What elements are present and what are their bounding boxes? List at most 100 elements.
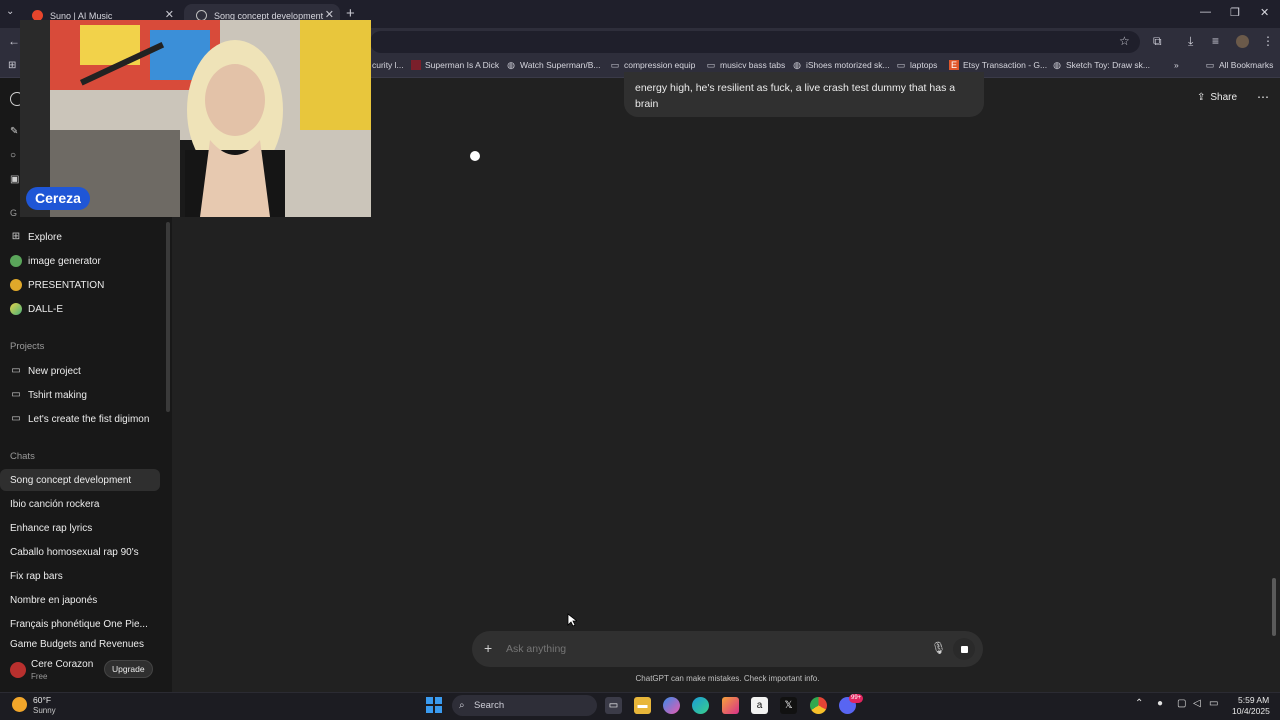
folder-plus-icon: ▭ [11,365,21,376]
sidebar-item-label: Let's create the fist digimon [28,413,150,425]
close-window-icon[interactable]: ✕ [1260,6,1269,19]
chats-heading: Chats [10,451,35,462]
chat-item[interactable]: Enhance rap lyrics [0,517,160,539]
bookmark-label: compression equip [624,60,696,70]
downloads-icon[interactable]: ⤓ [1188,34,1193,49]
weather-icon[interactable] [12,697,27,712]
instagram-icon[interactable] [722,697,739,714]
folder-icon: ▭ [11,389,21,400]
globe-icon: ◍ [1053,60,1061,70]
windows-start-icon[interactable] [426,697,442,713]
notification-badge: 99+ [849,694,864,703]
back-icon[interactable]: ← [8,34,20,48]
sidebar-item-dall-e[interactable]: DALL-E [0,298,160,320]
bookmark-star-icon[interactable]: ☆ [1119,34,1130,48]
chat-item[interactable]: Song concept development [0,469,160,491]
bookmark-item[interactable]: ◍ Sketch Toy: Draw sk... [1052,60,1150,70]
avatar [10,662,26,678]
user-message-line: brain [635,98,659,110]
search-chats-icon[interactable]: ○ [10,150,16,161]
sidebar-item-explore[interactable]: ⊞ Explore [0,226,160,248]
chat-item[interactable]: Game Budgets and Revenues [0,639,160,649]
bookmark-item[interactable]: E Etsy Transaction - G... [949,60,1047,70]
file-explorer-icon[interactable]: ▬ [634,697,651,714]
media-controls-icon[interactable]: ≡ [1212,34,1219,48]
sidebar-item-tshirt-making[interactable]: ▭ Tshirt making [0,384,160,406]
chat-item-label: Game Budgets and Revenues [10,639,144,649]
main-scrollbar[interactable] [1272,578,1276,636]
bookmark-item[interactable]: Superman Is A Dick [411,60,499,70]
copilot-icon[interactable] [663,697,680,714]
battery-icon[interactable]: ▭ [1209,698,1218,709]
share-button[interactable]: ⇪ Share [1197,92,1237,103]
sidebar-item-label: PRESENTATION [28,279,105,291]
chat-item-label: Enhance rap lyrics [10,522,93,534]
sidebar-item-label: DALL-E [28,303,64,315]
new-chat-icon[interactable]: ✎ [10,126,18,137]
search-icon: ⌕ [459,700,465,711]
bookmark-label: laptops [910,60,938,70]
chat-item[interactable]: Nombre en japonés [0,589,160,611]
bookmark-folder[interactable]: ▭ musicv bass tabs [706,60,785,70]
bookmark-label: musicv bass tabs [720,60,786,70]
sidebar-item-digimon[interactable]: ▭ Let's create the fist digimon [0,408,160,430]
edge-icon[interactable] [692,697,709,714]
apps-grid-icon[interactable]: ⊞ [8,60,16,71]
sidebar-item-new-project[interactable]: ▭ New project [0,360,160,382]
library-icon[interactable]: ▣ [10,174,19,185]
chat-item[interactable]: Français phonétique One Pie... [0,613,160,635]
tray-chevron-icon[interactable]: ⌃ [1135,698,1143,709]
gpts-heading: G [10,208,18,218]
user-plan: Free [31,672,48,681]
upgrade-button[interactable]: Upgrade [104,660,153,678]
more-options-icon[interactable]: ⋯ [1257,90,1269,104]
gpt-avatar-icon [10,255,22,267]
sidebar-scrollbar[interactable] [166,222,170,412]
chat-item[interactable]: Fix rap bars [0,565,160,587]
volume-icon[interactable]: ◁ [1193,698,1201,709]
minimize-icon[interactable]: — [1200,6,1211,18]
sidebar-item-label: Tshirt making [28,389,87,401]
profile-avatar[interactable] [1236,35,1249,48]
chat-item[interactable]: Caballo homosexual rap 90's [0,541,160,563]
chrome-icon[interactable] [810,697,827,714]
chat-item-label: Fix rap bars [10,570,63,582]
menu-kebab-icon[interactable]: ⋮ [1262,34,1274,48]
stop-generating-button[interactable] [953,638,975,660]
disclaimer-text: ChatGPT can make mistakes. Check importa… [635,674,820,683]
x-app-icon[interactable]: 𝕏 [780,697,797,714]
sidebar-item-presentation[interactable]: PRESENTATION [0,274,160,296]
weather-temp[interactable]: 60°F [33,695,51,705]
bookmark-item[interactable]: curity l... [372,60,404,70]
user-account-row[interactable]: Cere Corazon Free Upgrade [0,652,172,690]
bookmark-label: Etsy Transaction - G... [963,60,1048,70]
taskbar-search-box[interactable]: ⌕ Search [452,695,597,716]
attach-plus-icon[interactable]: + [484,640,492,656]
restore-icon[interactable]: ❐ [1230,6,1240,19]
mic-tray-icon[interactable]: ● [1157,698,1163,709]
chat-item[interactable]: Ibio canción rockera [0,493,160,515]
all-bookmarks-button[interactable]: ▭ All Bookmarks [1205,60,1274,70]
bookmark-item[interactable]: ◍ iShoes motorized sk... [792,60,890,70]
tab-search-icon[interactable]: ⌄ [6,6,14,17]
user-message-line: energy high, he's resilient as fuck, a l… [635,82,956,94]
bookmark-folder[interactable]: ▭ compression equip [610,60,696,70]
clock-date[interactable]: 10/4/2025 [1232,706,1270,716]
clock-time[interactable]: 5:59 AM [1238,695,1269,705]
extensions-icon[interactable]: ⧉ [1153,34,1162,49]
microphone-icon[interactable]: 🎙 [931,641,946,655]
task-view-icon[interactable]: ▭ [605,697,622,714]
bookmark-folder[interactable]: ▭ laptops [896,60,938,70]
sidebar-item-image-generator[interactable]: image generator [0,250,160,272]
prompt-input[interactable] [506,640,906,658]
site-icon [411,60,421,70]
network-icon[interactable]: ▢ [1177,698,1186,709]
bookmark-item[interactable]: ◍ Watch Superman/B... [506,60,600,70]
address-bar[interactable] [370,31,1140,53]
folder-icon: ▭ [610,60,620,70]
chat-item-label: Ibio canción rockera [10,498,100,510]
folder-icon: ▭ [896,60,906,70]
amazon-icon[interactable]: a [751,697,768,714]
chat-item-label: Caballo homosexual rap 90's [10,546,139,558]
bookmarks-overflow-icon[interactable]: » [1174,60,1179,70]
